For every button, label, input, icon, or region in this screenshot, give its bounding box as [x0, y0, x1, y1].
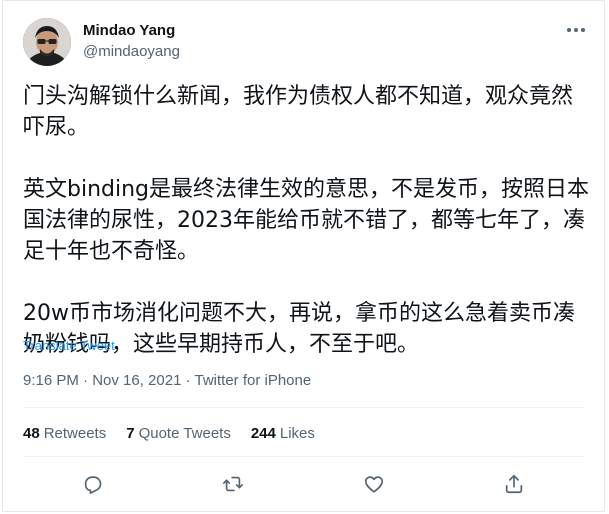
- retweets-count: 48: [23, 425, 40, 442]
- retweet-icon: [223, 476, 244, 492]
- reply-icon: [84, 476, 102, 494]
- tweet-stats: 48 Retweets 7 Quote Tweets 244 Likes: [23, 425, 335, 442]
- avatar[interactable]: [23, 18, 71, 66]
- share-icon: [505, 474, 523, 494]
- retweets-label: Retweets: [43, 425, 107, 442]
- tweet-paragraph: 英文binding是最终法律生效的意思，不是发币，按照日本国法律的尿性，2023…: [23, 177, 590, 264]
- author-name[interactable]: Mindao Yang: [83, 22, 175, 39]
- divider: [23, 456, 584, 457]
- like-button[interactable]: [361, 471, 387, 497]
- tweet-timestamp[interactable]: 9:16 PM · Nov 16, 2021 · Twitter for iPh…: [23, 372, 311, 389]
- heart-icon: [364, 476, 383, 493]
- likes-stat[interactable]: 244 Likes: [251, 425, 315, 442]
- tweet-paragraph: 门头沟解锁什么新闻，我作为债权人都不知道，观众竟然吓尿。: [23, 84, 574, 140]
- tweet-text: 门头沟解锁什么新闻，我作为债权人都不知道，观众竟然吓尿。 英文binding是最…: [23, 81, 593, 360]
- avatar-image: [23, 18, 71, 66]
- likes-label: Likes: [279, 425, 315, 442]
- retweets-stat[interactable]: 48 Retweets: [23, 425, 106, 442]
- share-button[interactable]: [501, 471, 527, 497]
- reply-button[interactable]: [80, 471, 106, 497]
- quote-tweets-label: Quote Tweets: [138, 425, 231, 442]
- retweet-button[interactable]: [220, 471, 246, 497]
- author-handle[interactable]: @mindaoyang: [83, 43, 180, 60]
- quote-tweets-stat[interactable]: 7 Quote Tweets: [126, 425, 231, 442]
- more-icon[interactable]: [564, 21, 588, 39]
- tweet-actions: [23, 471, 584, 497]
- translate-tweet-link[interactable]: Translate Tweet: [23, 338, 115, 353]
- quote-tweets-count: 7: [126, 425, 135, 442]
- tweet-card: Mindao Yang @mindaoyang 门头沟解锁什么新闻，我作为债权人…: [2, 0, 605, 512]
- divider: [23, 407, 584, 408]
- likes-count: 244: [250, 425, 276, 442]
